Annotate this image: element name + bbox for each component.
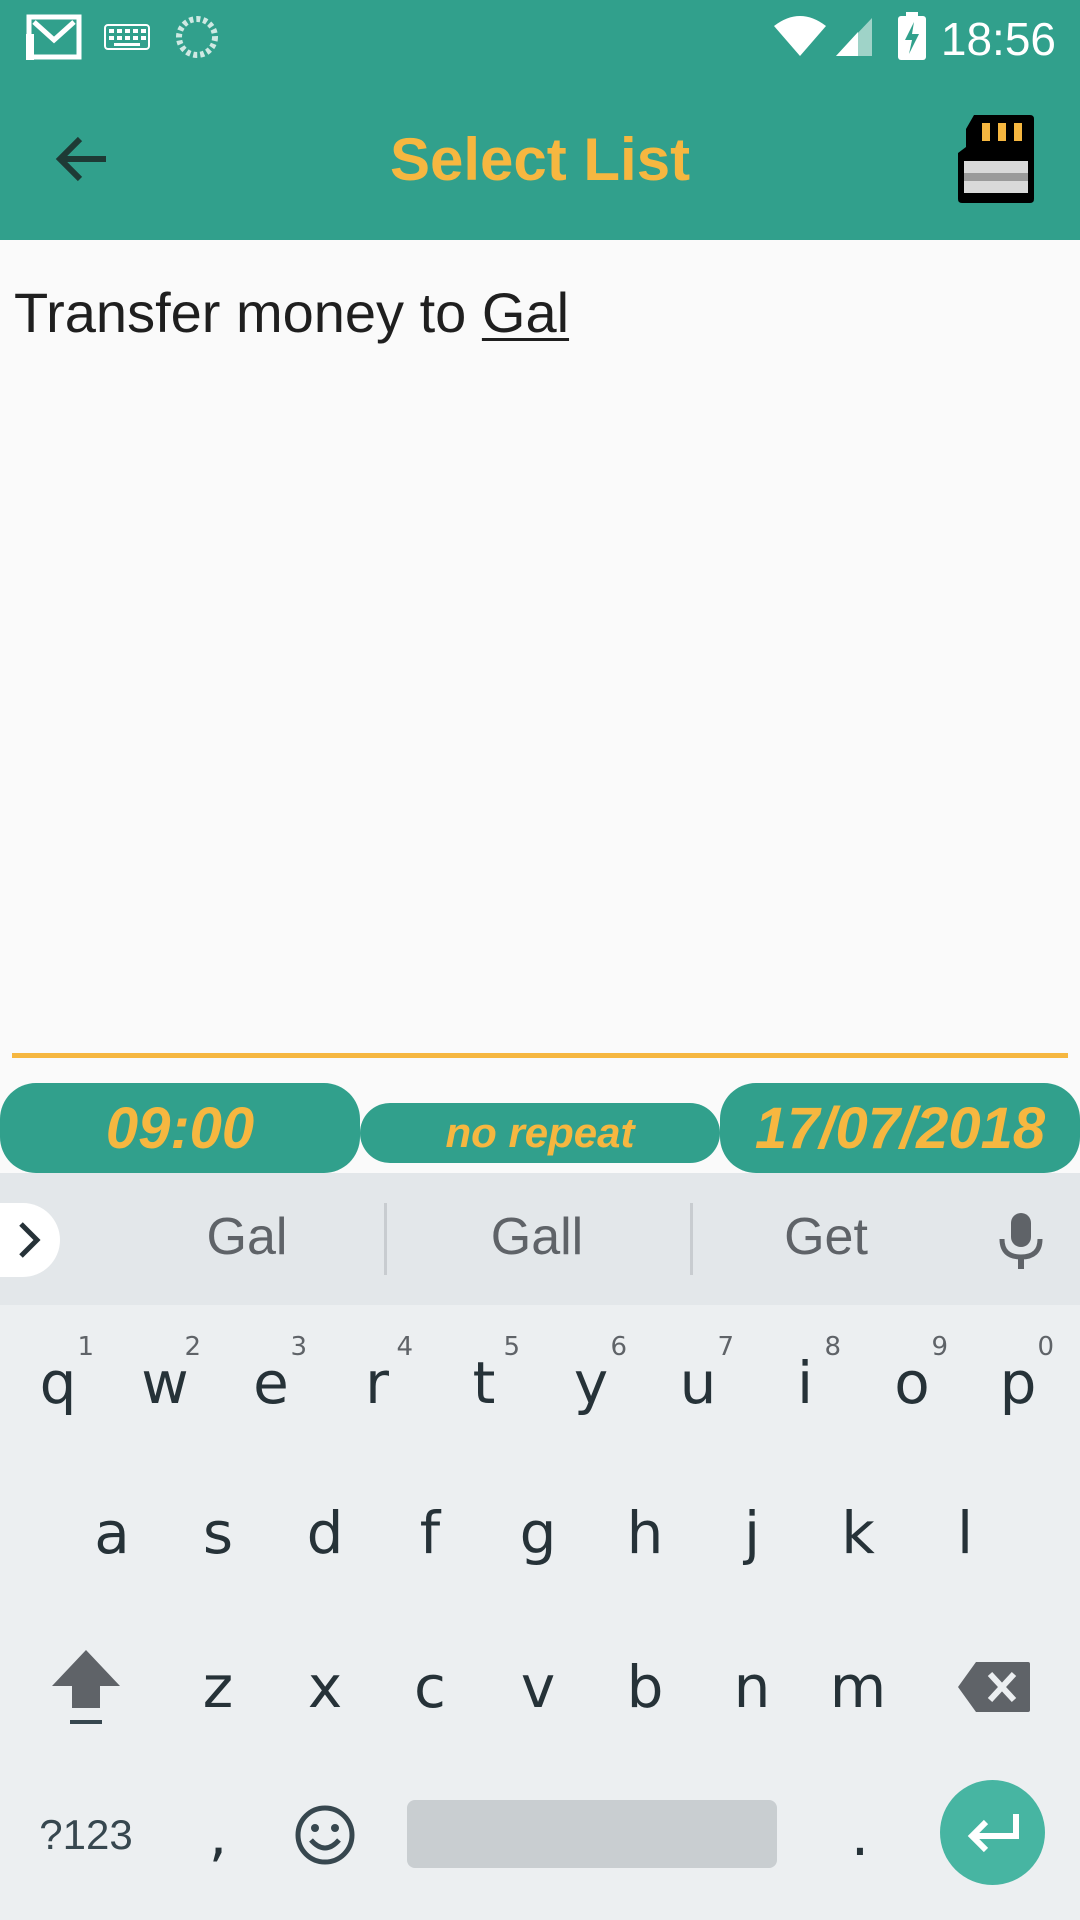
key-w[interactable]: w2 bbox=[115, 1318, 215, 1448]
wifi-icon bbox=[774, 16, 826, 56]
note-editor[interactable]: Transfer money to Gal bbox=[0, 240, 1080, 1062]
key-y[interactable]: y6 bbox=[541, 1318, 641, 1448]
key-r[interactable]: r4 bbox=[327, 1318, 427, 1448]
key-k[interactable]: k bbox=[808, 1468, 908, 1598]
key-s[interactable]: s bbox=[168, 1468, 268, 1598]
suggestion-divider bbox=[690, 1203, 693, 1275]
space-key[interactable] bbox=[407, 1800, 777, 1868]
backspace-icon bbox=[958, 1662, 1030, 1712]
sd-card-button[interactable] bbox=[956, 113, 1036, 205]
shift-icon bbox=[52, 1650, 120, 1724]
sync-icon bbox=[176, 16, 218, 58]
enter-key[interactable] bbox=[940, 1780, 1045, 1885]
key-o[interactable]: o9 bbox=[862, 1318, 962, 1448]
gmail-icon bbox=[26, 14, 82, 60]
key-t[interactable]: t5 bbox=[434, 1318, 534, 1448]
emoji-icon bbox=[295, 1805, 355, 1865]
key-j[interactable]: j bbox=[702, 1468, 802, 1598]
battery-charging-icon bbox=[898, 12, 926, 60]
key-b[interactable]: b bbox=[595, 1622, 695, 1752]
repeat-button[interactable]: no repeat bbox=[360, 1103, 720, 1163]
key-q[interactable]: q1 bbox=[8, 1318, 108, 1448]
key-z[interactable]: z bbox=[168, 1622, 268, 1752]
status-bar: 18:56 bbox=[0, 0, 1080, 75]
key-m[interactable]: m bbox=[808, 1622, 908, 1752]
app-bar: Select List bbox=[0, 75, 1080, 240]
backspace-key[interactable] bbox=[944, 1622, 1044, 1752]
enter-icon bbox=[967, 1813, 1019, 1852]
emoji-key[interactable] bbox=[275, 1770, 375, 1900]
page-title: Select List bbox=[389, 126, 691, 193]
microphone-icon[interactable] bbox=[996, 1211, 1046, 1271]
key-f[interactable]: f bbox=[380, 1468, 480, 1598]
key-e[interactable]: e3 bbox=[221, 1318, 321, 1448]
sd-card-icon bbox=[958, 115, 1034, 203]
key-v[interactable]: v bbox=[488, 1622, 588, 1752]
suggestion-divider bbox=[384, 1203, 387, 1275]
period-key[interactable]: . bbox=[810, 1770, 910, 1900]
time-button[interactable]: 09:00 bbox=[0, 1083, 360, 1173]
date-button[interactable]: 17/07/2018 bbox=[720, 1083, 1080, 1173]
signal-icon bbox=[836, 18, 872, 56]
key-l[interactable]: l bbox=[915, 1468, 1015, 1598]
note-text-composing: Gal bbox=[481, 281, 570, 344]
chevron-right-icon bbox=[19, 1222, 41, 1258]
keyboard-icon bbox=[104, 24, 150, 50]
suggestion-bar: Gal Gall Get bbox=[0, 1173, 1080, 1305]
key-u[interactable]: u7 bbox=[648, 1318, 748, 1448]
key-a[interactable]: a bbox=[62, 1468, 162, 1598]
status-time: 18:56 bbox=[940, 13, 1056, 65]
key-n[interactable]: n bbox=[702, 1622, 802, 1752]
key-c[interactable]: c bbox=[380, 1622, 480, 1752]
symbols-key[interactable]: ?123 bbox=[36, 1770, 136, 1900]
key-i[interactable]: i8 bbox=[755, 1318, 855, 1448]
suggestion-2[interactable]: Gall bbox=[427, 1207, 647, 1267]
shift-key[interactable] bbox=[36, 1622, 136, 1752]
key-x[interactable]: x bbox=[275, 1622, 375, 1752]
key-h[interactable]: h bbox=[595, 1468, 695, 1598]
editor-underline bbox=[12, 1053, 1068, 1058]
expand-suggestions-button[interactable] bbox=[0, 1203, 60, 1277]
comma-key[interactable]: , bbox=[168, 1770, 268, 1900]
suggestion-1[interactable]: Gal bbox=[137, 1207, 357, 1267]
note-text[interactable]: Transfer money to Gal bbox=[14, 280, 569, 345]
key-d[interactable]: d bbox=[275, 1468, 375, 1598]
suggestion-3[interactable]: Get bbox=[716, 1207, 936, 1267]
key-g[interactable]: g bbox=[488, 1468, 588, 1598]
key-p[interactable]: p0 bbox=[968, 1318, 1068, 1448]
note-text-main: Transfer money to bbox=[14, 281, 482, 344]
